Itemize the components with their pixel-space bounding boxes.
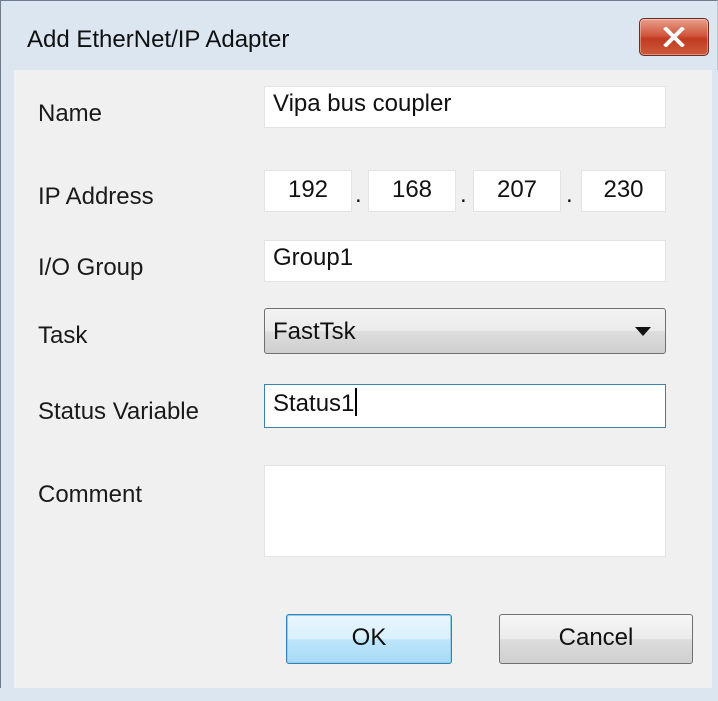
ok-button[interactable]: OK (286, 614, 452, 664)
close-icon (663, 27, 685, 47)
task-select[interactable]: FastTsk (264, 308, 666, 354)
ip-octet-1[interactable]: 192 (264, 170, 352, 212)
io-group-label: I/O Group (38, 254, 144, 281)
window-frame-bottom (0, 688, 718, 701)
dropdown-arrow-icon (635, 327, 651, 336)
comment-textarea[interactable] (264, 465, 666, 557)
cancel-button[interactable]: Cancel (499, 614, 693, 664)
ip-separator: . (460, 181, 467, 208)
window-frame-left (0, 70, 14, 701)
name-input[interactable]: Vipa bus coupler (264, 86, 666, 128)
ip-separator: . (355, 181, 362, 208)
dialog-title: Add EtherNet/IP Adapter (27, 26, 290, 53)
status-variable-value: Status1 (273, 390, 355, 417)
ip-octet-4[interactable]: 230 (581, 170, 666, 212)
status-variable-input[interactable]: Status1 (264, 384, 666, 428)
task-label: Task (38, 322, 88, 349)
text-caret (355, 388, 358, 416)
comment-label: Comment (38, 481, 143, 508)
task-selected-value: FastTsk (273, 318, 356, 345)
ip-address-label: IP Address (38, 183, 154, 210)
io-group-input[interactable]: Group1 (264, 240, 666, 282)
title-bar[interactable]: Add EtherNet/IP Adapter (1, 1, 717, 71)
ip-octet-2[interactable]: 168 (368, 170, 456, 212)
dialog-client-area (14, 70, 712, 688)
status-variable-label: Status Variable (38, 398, 199, 425)
ip-separator: . (566, 181, 573, 208)
window-frame-right (712, 70, 718, 701)
close-button[interactable] (639, 18, 709, 56)
name-label: Name (38, 100, 103, 127)
ip-octet-3[interactable]: 207 (473, 170, 561, 212)
